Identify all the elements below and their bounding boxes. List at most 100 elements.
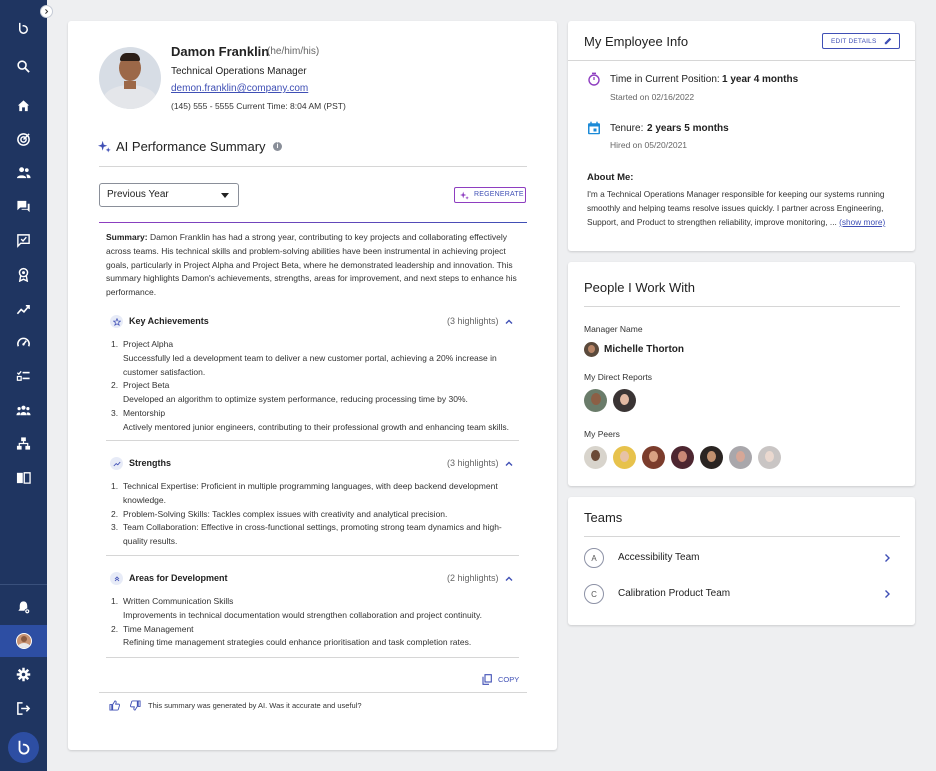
development-count: (2 highlights) [447,573,499,583]
target-icon[interactable] [0,125,47,153]
edit-details-button[interactable]: EDIT DETAILS [822,33,900,49]
sparkle-icon [460,191,469,200]
team-initial-badge: C [584,584,604,604]
people-card: People I Work With Manager Name Michelle… [568,262,915,486]
period-select-value: Previous Year [107,189,169,200]
home-icon[interactable] [0,91,47,119]
thumbs-up-icon[interactable] [109,700,120,711]
divider [99,166,527,167]
manager-label: Manager Name [584,324,643,334]
copy-icon [482,674,492,685]
profile-email-link[interactable]: demon.franklin@company.com [171,83,308,94]
ai-feedback-text: This summary was generated by AI. Was it… [148,701,362,710]
profile-phone-time: (145) 555 - 5555 Current Time: 8:04 AM (… [171,101,346,111]
manager-name[interactable]: Michelle Thorton [604,344,684,355]
trend-up-icon [110,457,123,470]
divider [106,440,519,441]
divider [568,60,915,61]
ai-gradient-divider [99,222,527,223]
teams-card: Teams A Accessibility Team C Calibration… [568,497,915,625]
copy-button[interactable]: COPY [482,673,522,687]
divider [584,536,900,537]
checklist-icon[interactable] [0,362,47,390]
peer-avatar[interactable] [700,446,723,469]
peer-avatar[interactable] [758,446,781,469]
chevron-up-icon[interactable] [504,459,514,469]
trend-icon[interactable] [0,295,47,323]
development-title: Areas for Development [129,573,228,583]
list-item: 2. Time Management Refining time managemen… [111,623,472,648]
team-row-calibration[interactable]: C Calibration Product Team [584,584,900,604]
list-item: 1. Project Alpha Successfully led a develo… [111,339,497,377]
avatar [15,633,32,649]
logo-icon[interactable] [0,14,47,42]
about-me-label: About Me: [587,172,634,183]
team-initial-badge: A [584,548,604,568]
team-row-accessibility[interactable]: A Accessibility Team [584,548,900,568]
org-chart-icon[interactable] [0,429,47,457]
profile-title: Technical Operations Manager [171,66,307,77]
peer-avatar[interactable] [729,446,752,469]
time-in-position-label: Time in Current Position: [610,74,720,85]
sidebar-avatar[interactable] [0,625,47,657]
calendar-icon [588,121,600,135]
brand-logo-icon[interactable] [8,732,39,763]
chevron-right-icon [45,9,49,14]
period-select[interactable]: Previous Year [99,183,239,207]
peer-avatar[interactable] [642,446,665,469]
search-icon[interactable] [0,52,47,80]
strengths-list: 1. Technical Expertise: Proficient in mul… [111,480,511,549]
gear-icon[interactable] [0,660,47,688]
logout-icon[interactable] [0,694,47,722]
direct-report-avatar[interactable] [584,389,607,412]
direct-report-avatar[interactable] [613,389,636,412]
gauge-icon[interactable] [0,328,47,356]
feedback-icon[interactable] [0,226,47,254]
summary-label: Summary: [106,232,148,242]
chevron-up-icon[interactable] [504,317,514,327]
sidebar [0,0,47,771]
list-item: 2. Project Beta Developed an algorithm to … [111,380,468,405]
peer-avatar[interactable] [613,446,636,469]
ai-summary-heading: AI Performance Summary [116,139,266,154]
chat-icon[interactable] [0,192,47,220]
star-icon [110,315,123,328]
profile-avatar [99,47,161,109]
development-list: 1. Written Communication Skills Improvemen… [111,595,511,650]
peer-avatar[interactable] [584,446,607,469]
sidebar-collapse-button[interactable] [40,5,53,18]
book-icon[interactable] [0,463,47,491]
tenure-value: 2 years 5 months [647,123,729,134]
manager-avatar[interactable] [584,342,599,357]
award-icon[interactable] [0,260,47,288]
stopwatch-icon [588,72,600,86]
profile-card: Damon Franklin (he/him/his) Technical Op… [68,21,557,750]
copy-label: COPY [498,675,520,684]
time-in-position-start: Started on 02/16/2022 [610,92,695,102]
sidebar-divider [0,584,47,585]
about-me-text: I'm a Technical Operations Manager respo… [587,189,886,227]
team-name: Calibration Product Team [618,588,731,599]
direct-reports-label: My Direct Reports [584,372,653,382]
strengths-title: Strengths [129,458,172,468]
strengths-count: (3 highlights) [447,458,499,468]
teams-title: Teams [584,510,623,525]
summary-paragraph: Summary: Damon Franklin has had a strong… [106,231,522,300]
divider [584,306,900,307]
time-in-position-value: 1 year 4 months [722,74,799,85]
show-more-link[interactable]: (show more) [839,217,885,227]
group-icon[interactable] [0,396,47,424]
thumbs-down-icon[interactable] [130,700,141,711]
pencil-icon [884,37,892,45]
notification-settings-icon[interactable] [0,593,47,621]
people-icon[interactable] [0,158,47,186]
chevron-right-icon [885,590,890,598]
list-item: 1. Technical Expertise: Proficient in mul… [111,481,498,505]
peer-avatar[interactable] [671,446,694,469]
team-name: Accessibility Team [618,552,700,563]
chevron-up-icon[interactable] [504,574,514,584]
info-icon[interactable]: i [273,142,282,151]
tenure-hired: Hired on 05/20/2021 [610,140,688,150]
achievements-list: 1. Project Alpha Successfully led a develo… [111,338,511,435]
regenerate-button[interactable]: REGENERATE [454,187,526,203]
